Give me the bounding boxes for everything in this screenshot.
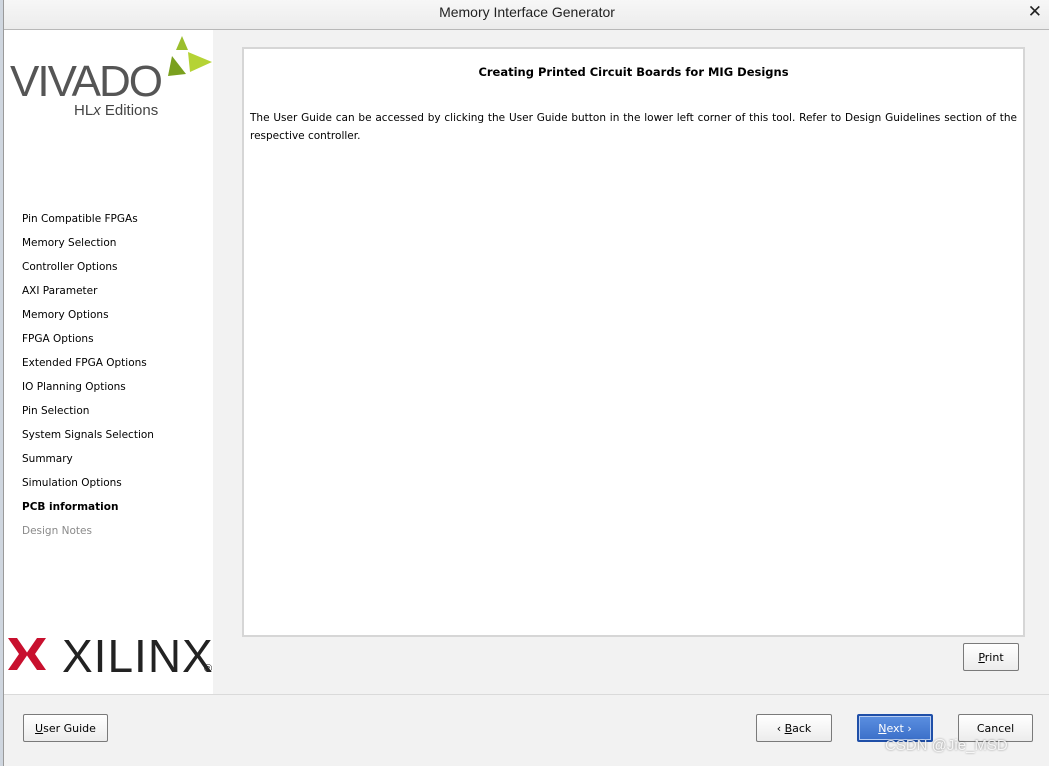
window-title: Memory Interface Generator xyxy=(439,4,615,20)
xilinx-logo: XILINX ® xyxy=(8,630,213,680)
xilinx-mark-icon xyxy=(8,638,46,670)
content-body-text: The User Guide can be accessed by clicki… xyxy=(250,112,1017,142)
wizard-steps-list: Pin Compatible FPGAs Memory Selection Co… xyxy=(22,209,154,545)
step-pcb-information: PCB information xyxy=(22,501,119,513)
csdn-watermark: CSDN @Jie_MSD xyxy=(885,737,1008,754)
step-system-signals-selection: System Signals Selection xyxy=(22,429,154,441)
step-fpga-options: FPGA Options xyxy=(22,333,94,345)
mig-dialog: Memory Interface Generator ✕ VIVADO HLx … xyxy=(3,0,1049,766)
step-axi-parameter: AXI Parameter xyxy=(22,285,98,297)
step-extended-fpga-options: Extended FPGA Options xyxy=(22,357,147,369)
step-pin-compatible-fpgas: Pin Compatible FPGAs xyxy=(22,213,138,225)
step-pin-selection: Pin Selection xyxy=(22,405,90,417)
footer-separator xyxy=(4,694,1049,695)
pcb-info-panel: Creating Printed Circuit Boards for MIG … xyxy=(242,47,1025,637)
xilinx-wordmark: XILINX xyxy=(62,630,213,680)
vivado-sub-prefix: HL xyxy=(74,102,93,119)
step-simulation-options: Simulation Options xyxy=(22,477,122,489)
back-button[interactable]: ‹ Back xyxy=(756,714,832,742)
vivado-wordmark: VIVADO xyxy=(10,57,162,106)
step-design-notes: Design Notes xyxy=(22,525,92,537)
sidebar: VIVADO HLx Editions Pin Compatible FPGAs… xyxy=(4,30,213,694)
step-controller-options: Controller Options xyxy=(22,261,118,273)
vivado-logo: VIVADO HLx Editions xyxy=(10,36,212,119)
step-summary: Summary xyxy=(22,453,73,465)
user-guide-button[interactable]: User Guide xyxy=(23,714,108,742)
step-memory-selection: Memory Selection xyxy=(22,237,117,249)
title-bar[interactable]: Memory Interface Generator ✕ xyxy=(4,0,1049,30)
svg-text:HLx Editions: HLx Editions xyxy=(74,102,158,119)
step-io-planning-options: IO Planning Options xyxy=(22,381,126,393)
content-heading: Creating Printed Circuit Boards for MIG … xyxy=(478,65,789,79)
xilinx-registered-mark: ® xyxy=(204,663,212,675)
step-memory-options: Memory Options xyxy=(22,309,109,321)
close-icon[interactable]: ✕ xyxy=(1028,3,1042,21)
vivado-sub-suffix: Editions xyxy=(101,102,159,119)
print-button[interactable]: Print xyxy=(963,643,1019,671)
